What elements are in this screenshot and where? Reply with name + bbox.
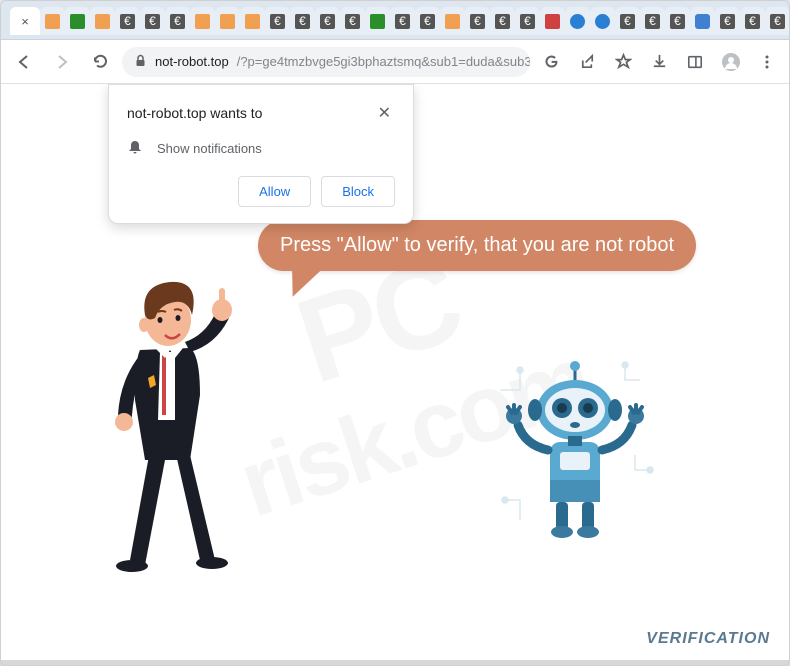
back-button[interactable]: [8, 46, 40, 78]
robot-illustration: [490, 360, 660, 560]
speech-tail: [285, 256, 329, 302]
menu-dots-icon[interactable]: [752, 47, 782, 77]
tab-strip: × € € € € € € € € € € € € € € € € € € € …: [10, 6, 790, 36]
profile-avatar-icon[interactable]: [716, 47, 746, 77]
man-illustration: [80, 260, 260, 580]
share-icon[interactable]: [572, 47, 602, 77]
tab[interactable]: [440, 7, 465, 35]
reload-button[interactable]: [84, 46, 116, 78]
url-path: /?p=ge4tmzbvge5gi3bphaztsmq&sub1=duda&su…: [237, 54, 530, 69]
tab[interactable]: [215, 7, 240, 35]
google-search-icon[interactable]: [536, 47, 566, 77]
tab[interactable]: €: [715, 7, 740, 35]
tab[interactable]: €: [165, 7, 190, 35]
frame-bottom-border: [0, 660, 790, 666]
forward-button[interactable]: [46, 46, 78, 78]
tab[interactable]: [65, 7, 90, 35]
downloads-icon[interactable]: [644, 47, 674, 77]
tab[interactable]: €: [515, 7, 540, 35]
tab-active[interactable]: ×: [10, 7, 40, 35]
url-domain: not-robot.top: [155, 54, 229, 69]
allow-button[interactable]: Allow: [238, 176, 311, 207]
tab[interactable]: €: [315, 7, 340, 35]
tab[interactable]: €: [415, 7, 440, 35]
tab[interactable]: €: [115, 7, 140, 35]
browser-toolbar: not-robot.top /?p=ge4tmzbvge5gi3bphaztsmq…: [0, 40, 790, 84]
tab-close-icon[interactable]: ×: [21, 14, 29, 29]
tab[interactable]: €: [615, 7, 640, 35]
tab[interactable]: [40, 7, 65, 35]
tab[interactable]: [190, 7, 215, 35]
tab[interactable]: €: [265, 7, 290, 35]
bookmark-star-icon[interactable]: [608, 47, 638, 77]
notification-permission-popup: not-robot.top wants to ✕ Show notificati…: [108, 84, 414, 224]
tab[interactable]: [240, 7, 265, 35]
tab[interactable]: €: [765, 7, 790, 35]
tab[interactable]: [365, 7, 390, 35]
tab[interactable]: €: [640, 7, 665, 35]
tab[interactable]: €: [665, 7, 690, 35]
bell-icon: [127, 139, 143, 158]
notification-close-button[interactable]: ✕: [374, 101, 395, 125]
tab[interactable]: €: [290, 7, 315, 35]
tab[interactable]: [540, 7, 565, 35]
notification-site-label: not-robot.top wants to: [127, 105, 262, 121]
tab[interactable]: €: [140, 7, 165, 35]
address-bar[interactable]: not-robot.top /?p=ge4tmzbvge5gi3bphaztsmq…: [122, 47, 530, 77]
tab[interactable]: €: [390, 7, 415, 35]
side-panel-icon[interactable]: [680, 47, 710, 77]
tab[interactable]: [565, 7, 590, 35]
tab[interactable]: €: [490, 7, 515, 35]
notification-permission-text: Show notifications: [157, 141, 262, 156]
tab[interactable]: €: [340, 7, 365, 35]
tab[interactable]: €: [740, 7, 765, 35]
lock-icon: [134, 54, 147, 70]
tab[interactable]: [590, 7, 615, 35]
verification-label: VERIFICATION: [646, 630, 770, 648]
speech-bubble: Press "Allow" to verify, that you are no…: [258, 220, 696, 271]
block-button[interactable]: Block: [321, 176, 395, 207]
tab[interactable]: [690, 7, 715, 35]
tab[interactable]: €: [465, 7, 490, 35]
tab[interactable]: [90, 7, 115, 35]
page-content: PC risk.com not-robot.top wants to ✕ Sho…: [0, 84, 790, 660]
